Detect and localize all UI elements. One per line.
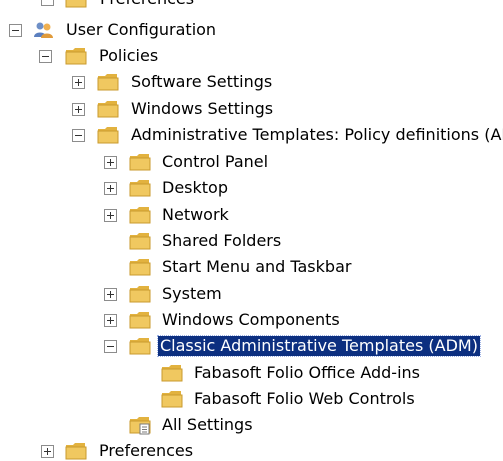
expand-icon[interactable] bbox=[72, 103, 85, 116]
tree-node-label: Preferences bbox=[98, 0, 196, 9]
folder-icon bbox=[129, 180, 151, 197]
collapse-icon[interactable] bbox=[9, 24, 22, 37]
folder-icon bbox=[129, 207, 151, 224]
expand-icon[interactable] bbox=[104, 156, 117, 169]
folder-icon bbox=[161, 365, 183, 382]
folder-icon bbox=[129, 338, 151, 355]
expand-icon[interactable] bbox=[72, 76, 85, 89]
tree-node-label: Shared Folders bbox=[162, 231, 282, 250]
tree-node-label: All Settings bbox=[162, 415, 253, 434]
collapse-icon[interactable] bbox=[41, 0, 54, 6]
tree-node-label: User Configuration bbox=[66, 20, 217, 39]
expand-icon[interactable] bbox=[104, 288, 117, 301]
users-icon bbox=[34, 22, 53, 38]
policy-tree: Preferences User Configuration Policies … bbox=[0, 0, 503, 461]
tree-node-label: Desktop bbox=[162, 178, 228, 197]
folder-icon bbox=[65, 48, 87, 65]
tree-node-label: Administrative Templates: Policy definit… bbox=[131, 125, 503, 144]
folder-icon bbox=[129, 312, 151, 329]
tree-node-label: Windows Components bbox=[162, 310, 340, 329]
expand-icon[interactable] bbox=[104, 209, 117, 222]
folder-icon bbox=[97, 74, 119, 91]
collapse-icon[interactable] bbox=[39, 50, 52, 63]
folder-icon bbox=[129, 233, 151, 250]
tree-node-label: System bbox=[162, 284, 222, 303]
all-settings-icon bbox=[129, 417, 151, 435]
folder-icon bbox=[129, 154, 151, 171]
folder-icon bbox=[129, 259, 151, 276]
expand-icon[interactable] bbox=[41, 445, 54, 458]
tree-node-label-selected: Classic Administrative Templates (ADM) bbox=[157, 335, 481, 357]
tree-node-label: Fabasoft Folio Office Add-ins bbox=[194, 363, 420, 382]
folder-icon bbox=[65, 0, 87, 8]
expand-icon[interactable] bbox=[104, 182, 117, 195]
tree-node-label: Network bbox=[162, 205, 229, 224]
folder-icon bbox=[129, 286, 151, 303]
collapse-icon[interactable] bbox=[72, 129, 85, 142]
tree-node-label: Control Panel bbox=[162, 152, 269, 171]
tree-node-label: Fabasoft Folio Web Controls bbox=[194, 389, 415, 408]
folder-icon bbox=[65, 443, 87, 460]
tree-node-label: Start Menu and Taskbar bbox=[162, 257, 352, 276]
folder-icon bbox=[97, 127, 119, 144]
expand-icon[interactable] bbox=[104, 314, 117, 327]
tree-node-label: Software Settings bbox=[131, 72, 273, 91]
collapse-icon[interactable] bbox=[104, 340, 117, 353]
folder-icon bbox=[161, 391, 183, 408]
tree-node-label: Windows Settings bbox=[131, 99, 274, 118]
tree-node-label: Policies bbox=[99, 46, 159, 65]
folder-icon bbox=[97, 101, 119, 118]
tree-node-label: Preferences bbox=[99, 441, 194, 460]
